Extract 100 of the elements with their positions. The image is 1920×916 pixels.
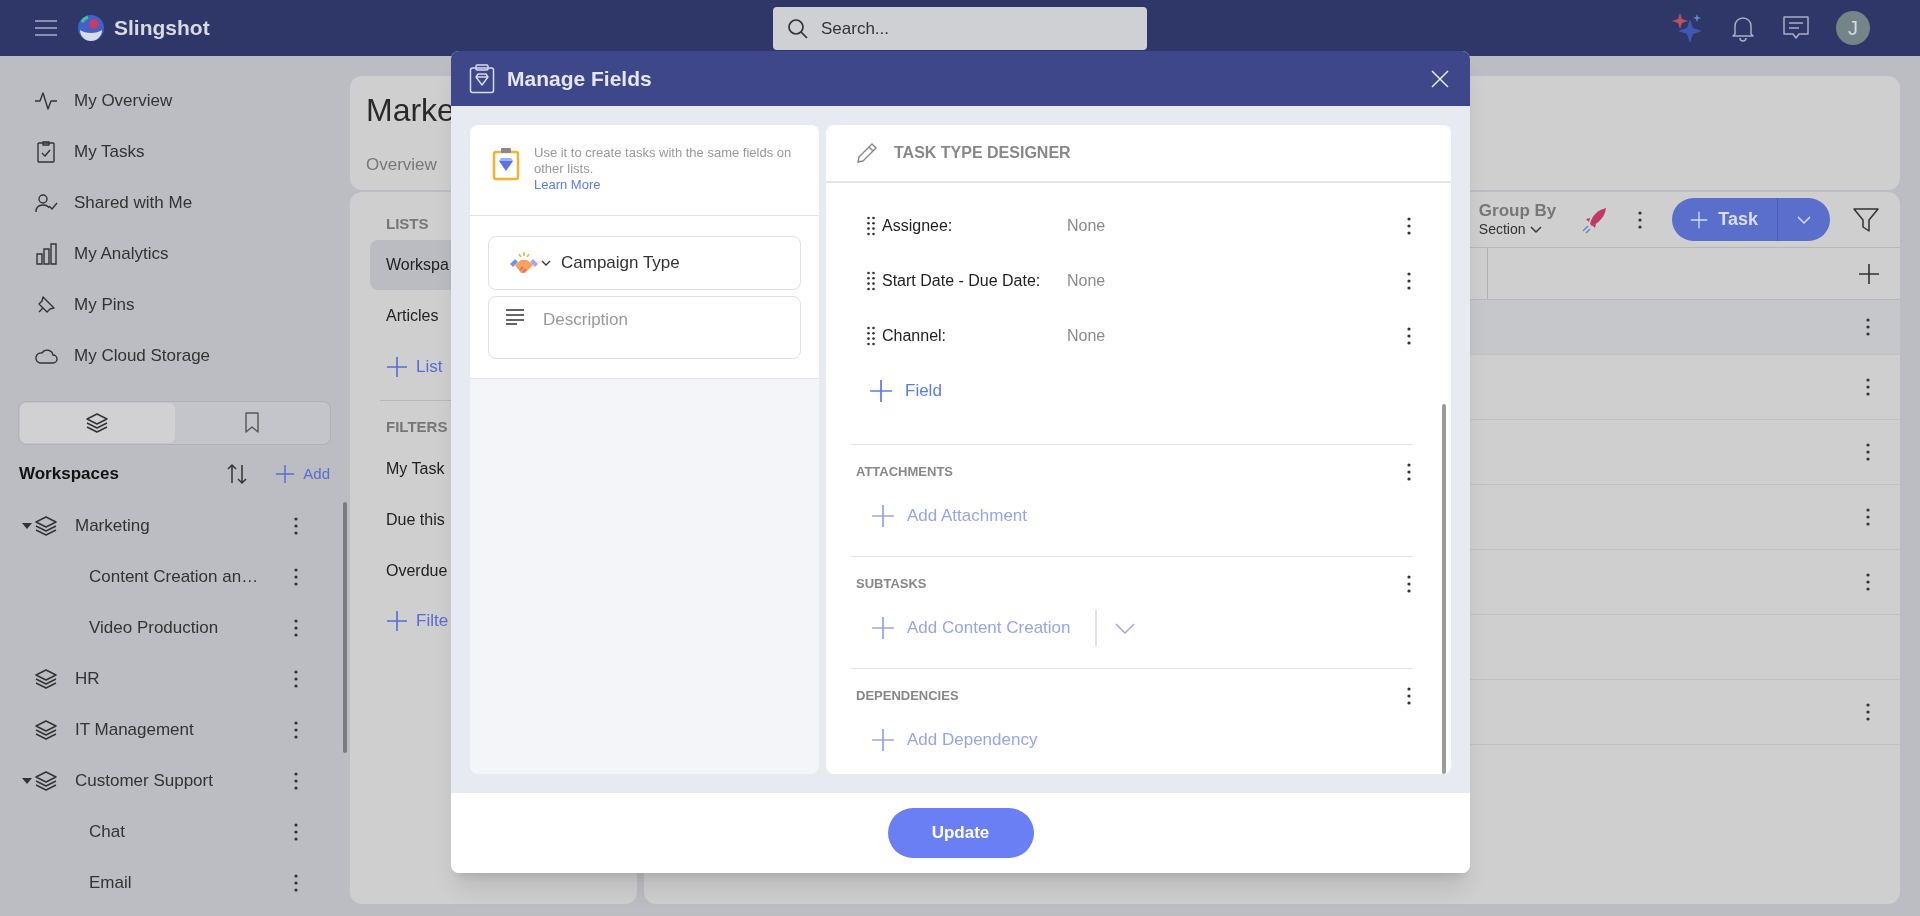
caret-down-icon[interactable] — [22, 777, 32, 784]
scrollbar[interactable] — [343, 502, 347, 753]
layers-icon — [34, 514, 58, 537]
more-icon[interactable] — [294, 873, 298, 892]
chevron-down-icon — [1797, 215, 1811, 224]
more-icon[interactable] — [294, 669, 298, 688]
more-icon[interactable] — [294, 567, 298, 586]
drag-handle-icon[interactable] — [867, 270, 875, 291]
plus-icon — [386, 356, 408, 378]
icon-picker-button[interactable] — [509, 250, 551, 276]
more-icon[interactable] — [294, 720, 298, 739]
group-by-dropdown[interactable]: Section — [1478, 221, 1557, 239]
clipboard-check-icon — [34, 139, 58, 164]
nav-item[interactable]: My Cloud Storage — [74, 342, 211, 369]
section-title: LISTS — [385, 213, 430, 234]
more-icon[interactable] — [1866, 703, 1870, 721]
text-lines-icon — [505, 309, 525, 325]
more-icon[interactable] — [1407, 463, 1411, 481]
add-field-button[interactable]: Field — [869, 363, 942, 418]
nav-item[interactable]: My Analytics — [74, 240, 169, 267]
info-text: Use it to create tasks with the same fields on other lists. — [534, 145, 793, 177]
nav-item[interactable]: My Tasks — [74, 138, 145, 165]
section-title: Workspaces — [19, 463, 119, 486]
more-icon[interactable] — [1866, 573, 1870, 591]
learn-more-link[interactable]: Learn More — [534, 177, 601, 193]
nav-item[interactable]: Shared with Me — [74, 189, 193, 216]
more-icon[interactable] — [1407, 271, 1411, 290]
more-icon[interactable] — [1866, 508, 1870, 526]
workspace-item[interactable]: IT Management — [75, 716, 194, 743]
scrollbar[interactable] — [1442, 404, 1446, 774]
section-title: SUBTASKS — [856, 575, 927, 594]
section-title: FILTERS — [385, 416, 449, 437]
close-icon[interactable] — [1430, 68, 1450, 89]
chevron-down-icon — [541, 260, 551, 266]
more-icon[interactable] — [1407, 575, 1411, 593]
field-value: None — [1067, 215, 1106, 236]
plus-icon — [869, 378, 893, 403]
plus-icon — [1690, 210, 1709, 229]
add-column-icon[interactable] — [1858, 262, 1880, 285]
bookmark-icon — [243, 412, 260, 434]
menu-icon[interactable] — [34, 19, 58, 37]
chevron-down-icon — [1529, 226, 1542, 235]
more-icon[interactable] — [1866, 318, 1870, 336]
clipboard-icon — [469, 63, 495, 94]
search-icon — [787, 17, 809, 40]
plus-icon — [275, 464, 296, 484]
section-title: ATTACHMENTS — [856, 463, 953, 482]
field-label: Start Date - Due Date: — [882, 270, 1042, 291]
search-field[interactable]: Search... — [773, 7, 1147, 50]
list-item[interactable]: Chat — [89, 818, 125, 845]
list-item[interactable]: Email — [89, 869, 132, 896]
more-icon[interactable] — [294, 771, 298, 790]
filter-icon[interactable] — [1852, 206, 1880, 233]
message-icon[interactable] — [1782, 15, 1810, 41]
more-icon[interactable] — [294, 618, 298, 637]
page-title: Marke — [366, 91, 455, 130]
more-icon[interactable] — [1407, 326, 1411, 345]
workspaces-tab[interactable] — [20, 403, 175, 443]
workspace-item[interactable]: HR — [75, 665, 100, 692]
name-field[interactable]: Campaign Type — [488, 236, 801, 290]
plus-icon — [871, 504, 895, 528]
more-icon[interactable] — [1407, 216, 1411, 235]
description-field[interactable]: Description — [488, 296, 801, 359]
layers-icon — [85, 412, 110, 434]
field-label: Assignee: — [882, 215, 954, 236]
search-input[interactable]: Search... — [821, 15, 1121, 42]
rocket-icon[interactable] — [1580, 205, 1609, 234]
list-item[interactable]: Content Creation an… — [89, 563, 259, 590]
bell-icon[interactable] — [1730, 14, 1756, 42]
more-icon[interactable] — [1638, 210, 1643, 229]
list-item[interactable]: Video Production — [89, 614, 219, 641]
workspace-item[interactable]: Marketing — [75, 512, 150, 539]
more-icon[interactable] — [294, 822, 298, 841]
brand-name: Slingshot — [114, 15, 210, 42]
field-value: None — [1067, 325, 1106, 346]
plus-icon — [386, 610, 408, 632]
chevron-down-icon — [1114, 622, 1135, 634]
more-icon[interactable] — [294, 516, 298, 535]
more-icon[interactable] — [1866, 443, 1870, 461]
section-title: DEPENDENCIES — [856, 687, 959, 706]
drag-handle-icon[interactable] — [867, 215, 875, 236]
sort-icon[interactable] — [225, 462, 250, 486]
name-input[interactable]: Campaign Type — [561, 250, 800, 276]
group-by-label: Group By — [1478, 200, 1557, 222]
logo-icon — [76, 13, 106, 43]
nav-item[interactable]: My Pins — [74, 291, 135, 318]
pencil-icon — [856, 142, 878, 164]
layers-icon — [34, 667, 58, 690]
drag-handle-icon[interactable] — [867, 325, 875, 346]
caret-down-icon[interactable] — [22, 522, 32, 529]
workspace-item[interactable]: Customer Support — [75, 767, 213, 794]
more-icon[interactable] — [1866, 378, 1870, 396]
more-icon[interactable] — [1407, 687, 1411, 705]
nav-item[interactable]: My Overview — [74, 87, 173, 114]
update-button[interactable]: Update — [887, 808, 1034, 858]
plus-icon — [871, 616, 895, 640]
dialog-title: Manage Fields — [507, 65, 652, 92]
panel-title: TASK TYPE DESIGNER — [894, 143, 1071, 163]
handshake-icon — [509, 250, 539, 276]
description-input[interactable]: Description — [543, 307, 800, 333]
